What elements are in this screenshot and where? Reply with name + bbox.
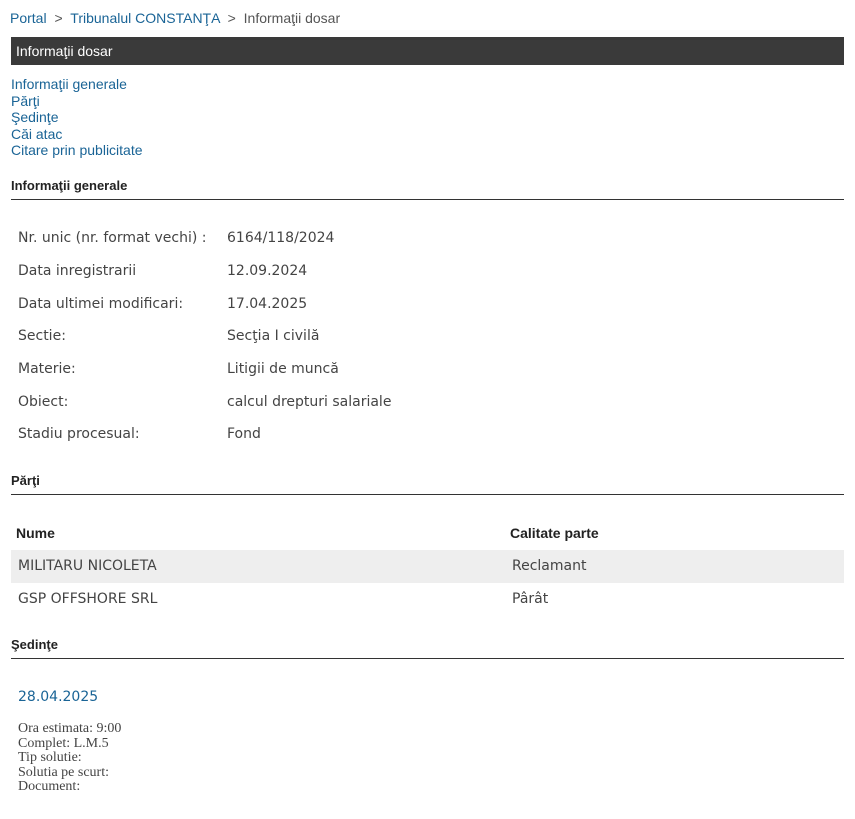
party-name: MILITARU NICOLETA (18, 558, 157, 574)
hearing-solution-summary: Solutia pe scurt: (18, 764, 109, 780)
table-row: GSP OFFSHORE SRL Pârât (11, 583, 844, 616)
hearing-panel: Complet: L.M.5 (18, 735, 109, 751)
parties-table-header: Nume Calitate parte (11, 517, 844, 550)
info-label: Stadiu procesual: (18, 426, 140, 442)
info-value: calcul drepturi salariale (227, 394, 392, 410)
info-label: Obiect: (18, 394, 69, 410)
hearing-details: Ora estimata: 9:00 Complet: L.M.5 Tip so… (18, 721, 122, 795)
anchor-link-parties[interactable]: Părţi (11, 93, 143, 110)
hearing-date: 28.04.2025 (18, 689, 99, 705)
section-heading-parties: Părţi (11, 473, 844, 495)
party-role: Reclamant (512, 558, 587, 574)
column-header-role: Calitate parte (510, 525, 599, 541)
page-title-bar: Informaţii dosar (11, 37, 844, 65)
hearing-solution-type: Tip solutie: (18, 750, 82, 765)
hearing-estimated-time: Ora estimata: 9:00 (18, 721, 122, 736)
table-row: MILITARU NICOLETA Reclamant (11, 550, 844, 583)
info-value: 17.04.2025 (227, 296, 308, 312)
info-label: Data inregistrarii (18, 263, 137, 279)
breadcrumb-separator: > (227, 10, 236, 26)
info-value: Litigii de muncă (227, 361, 339, 377)
section-anchor-nav: Informaţii generale Părţi Şedinţe Căi at… (11, 76, 143, 159)
anchor-link-hearings[interactable]: Şedinţe (11, 109, 143, 126)
info-value: 6164/118/2024 (227, 230, 335, 246)
breadcrumb-separator: > (54, 10, 63, 26)
party-name: GSP OFFSHORE SRL (18, 591, 158, 607)
column-header-name: Nume (16, 525, 55, 541)
breadcrumb-link-portal[interactable]: Portal (10, 10, 47, 26)
info-value: 12.09.2024 (227, 263, 308, 279)
anchor-link-general-info[interactable]: Informaţii generale (11, 76, 143, 93)
page-title: Informaţii dosar (16, 43, 113, 59)
anchor-link-appeals[interactable]: Căi atac (11, 126, 143, 143)
party-role: Pârât (512, 591, 549, 607)
info-label: Sectie: (18, 328, 66, 344)
section-heading-hearings: Şedinţe (11, 637, 844, 659)
info-label: Data ultimei modificari: (18, 296, 184, 312)
info-value: Secţia I civilă (227, 328, 320, 344)
info-value: Fond (227, 426, 261, 442)
info-label: Materie: (18, 361, 76, 377)
breadcrumb-link-tribunal[interactable]: Tribunalul CONSTANŢA (70, 10, 219, 26)
section-heading-general-info: Informaţii generale (11, 178, 844, 200)
breadcrumb-current: Informaţii dosar (243, 10, 341, 26)
parties-table: Nume Calitate parte MILITARU NICOLETA Re… (11, 517, 844, 616)
info-label: Nr. unic (nr. format vechi) : (18, 230, 207, 246)
breadcrumb: Portal > Tribunalul CONSTANŢA > Informaţ… (10, 10, 340, 26)
anchor-link-public-summons[interactable]: Citare prin publicitate (11, 142, 143, 159)
hearing-document: Document: (18, 779, 81, 794)
